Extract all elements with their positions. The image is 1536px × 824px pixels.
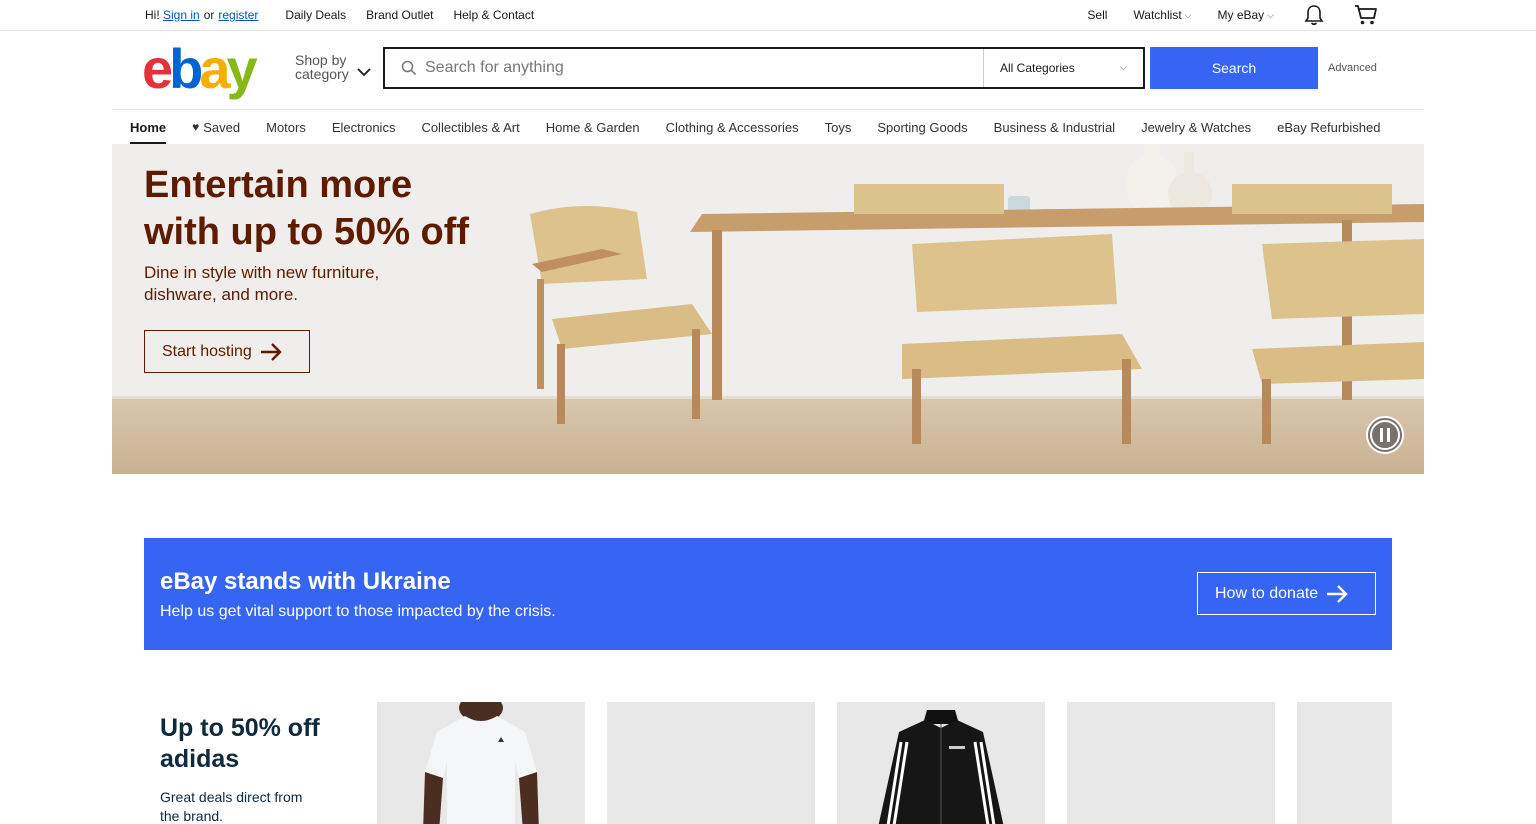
nav-item-saved-label: Saved: [203, 119, 241, 135]
logo-letter-e: e: [142, 37, 173, 100]
nav-item-business-industrial[interactable]: Business & Industrial: [994, 110, 1115, 144]
promo-subtitle-line1: Great deals direct from: [160, 789, 303, 805]
brand-outlet-link[interactable]: Brand Outlet: [366, 8, 433, 22]
chevron-down-icon[interactable]: [357, 64, 371, 82]
product-tile-track-jacket[interactable]: [837, 702, 1045, 824]
cart-icon[interactable]: [1354, 4, 1378, 26]
hero-subtext: Dine in style with new furniture, dishwa…: [144, 262, 424, 306]
nav-item-sporting-goods[interactable]: Sporting Goods: [877, 110, 967, 144]
white-tshirt-image: [423, 702, 539, 824]
pause-icon: [1370, 420, 1400, 450]
how-to-donate-label: How to donate: [1215, 584, 1319, 602]
logo-letter-a: a: [199, 37, 230, 100]
ebay-logo[interactable]: ebay: [142, 37, 258, 100]
black-track-jacket-image: [878, 710, 1004, 824]
nav-item-jewelry-watches[interactable]: Jewelry & Watches: [1141, 110, 1251, 144]
ukraine-banner: eBay stands with Ukraine Help us get vit…: [144, 538, 1392, 650]
shop-by-label: Shop by: [295, 52, 347, 68]
promo-subtitle-line2: the brand.: [160, 808, 224, 824]
my-ebay-label: My eBay: [1217, 8, 1265, 22]
watchlist-menu[interactable]: Watchlist ⌵: [1133, 8, 1191, 22]
how-to-donate-button[interactable]: How to donate: [1197, 572, 1376, 615]
nav-item-motors[interactable]: Motors: [266, 110, 306, 144]
nav-item-ebay-refurbished[interactable]: eBay Refurbished: [1277, 110, 1380, 144]
nav-item-electronics[interactable]: Electronics: [332, 110, 396, 144]
nav-item-saved[interactable]: ♥ Saved: [192, 110, 240, 144]
chevron-down-icon: ⌵: [1267, 9, 1274, 20]
hero-headline-line1: Entertain more: [144, 164, 413, 206]
nav-item-home[interactable]: Home: [130, 110, 167, 144]
ukraine-banner-message: Help us get vital support to those impac…: [160, 603, 556, 620]
category-select-value: All Categories: [1000, 61, 1075, 75]
search-button[interactable]: Search: [1150, 47, 1318, 89]
arrow-right-icon: [260, 342, 282, 361]
nav-item-clothing-accessories[interactable]: Clothing & Accessories: [666, 110, 799, 144]
sell-link[interactable]: Sell: [1087, 8, 1107, 22]
product-tile-placeholder[interactable]: [607, 702, 815, 824]
hero-subtext-line1: Dine in style with new furniture,: [144, 263, 380, 282]
my-ebay-menu[interactable]: My eBay ⌵: [1217, 8, 1274, 22]
help-contact-link[interactable]: Help & Contact: [453, 8, 534, 22]
product-tile-placeholder[interactable]: [1067, 702, 1275, 824]
notification-bell-icon[interactable]: [1304, 4, 1324, 26]
daily-deals-link[interactable]: Daily Deals: [285, 8, 346, 22]
hero-subtext-line2: dishware, and more.: [144, 285, 299, 304]
logo-letter-b: b: [169, 37, 203, 100]
topbar-right: Sell Watchlist ⌵ My eBay ⌵: [1061, 0, 1378, 30]
heart-icon: ♥: [192, 120, 200, 134]
or-text: or: [203, 8, 215, 22]
logo-letter-y: y: [226, 37, 258, 100]
watchlist-label: Watchlist: [1133, 8, 1182, 22]
chevron-down-icon: ⌵: [1120, 62, 1127, 72]
search-input[interactable]: [425, 59, 975, 77]
start-hosting-button[interactable]: Start hosting: [144, 330, 310, 373]
shop-by-category-button[interactable]: Shop by category: [295, 53, 349, 81]
nav-item-home-garden[interactable]: Home & Garden: [546, 110, 640, 144]
topbar-left: Hi! Sign in or register Daily Deals Brand …: [145, 8, 534, 22]
hero-headline-line2: with up to 50% off: [144, 211, 470, 253]
category-nav: Home ♥ Saved Motors Electronics Collectib…: [112, 109, 1424, 144]
advanced-search-link[interactable]: Advanced: [1328, 62, 1377, 74]
ukraine-banner-title: eBay stands with Ukraine: [160, 568, 451, 595]
promo-title-line2: adidas: [160, 745, 240, 773]
hero-banner[interactable]: Entertain more with up to 50% off Dine i…: [112, 144, 1424, 474]
hero-headline: Entertain more with up to 50% off: [144, 162, 469, 256]
promo-title-line1: Up to 50% off: [160, 714, 320, 742]
sign-in-link[interactable]: Sign in: [163, 8, 200, 22]
register-link[interactable]: register: [218, 8, 258, 22]
start-hosting-label: Start hosting: [162, 342, 252, 360]
nav-item-toys[interactable]: Toys: [825, 110, 852, 144]
chevron-down-icon: ⌵: [1184, 9, 1192, 20]
arrow-right-icon: [1327, 584, 1348, 603]
carousel-pause-button[interactable]: [1366, 416, 1404, 454]
greeting-text: Hi!: [145, 8, 160, 22]
category-label: category: [295, 66, 349, 82]
promo-title[interactable]: Up to 50% off adidas: [160, 713, 360, 775]
search-icon: [401, 60, 417, 76]
product-tile-tshirt[interactable]: [377, 702, 585, 824]
search-bar: All Categories ⌵: [383, 47, 1145, 89]
promo-subtitle: Great deals direct from the brand.: [160, 788, 340, 824]
product-tile-placeholder[interactable]: [1297, 702, 1392, 824]
main-header: ebay Shop by category All Categories ⌵ S…: [0, 31, 1536, 109]
category-select[interactable]: All Categories ⌵: [983, 49, 1143, 87]
nav-item-collectibles-art[interactable]: Collectibles & Art: [421, 110, 519, 144]
top-utility-bar: Hi! Sign in or register Daily Deals Brand …: [0, 0, 1536, 31]
